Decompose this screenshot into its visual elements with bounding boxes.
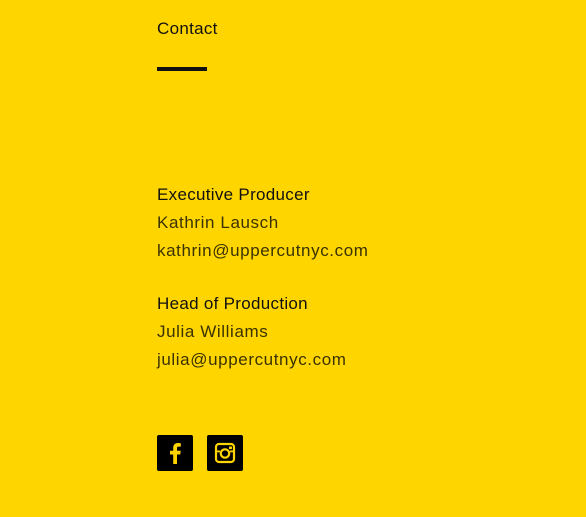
contact-card-executive-producer: Executive Producer Kathrin Lausch kathri… xyxy=(157,181,369,265)
facebook-link[interactable] xyxy=(157,435,193,471)
contact-name: Julia Williams xyxy=(157,322,269,341)
contact-email-link[interactable]: kathrin@uppercutnyc.com xyxy=(157,237,369,265)
instagram-link[interactable] xyxy=(207,435,243,471)
social-links xyxy=(157,435,243,471)
contact-email-link[interactable]: julia@uppercutnyc.com xyxy=(157,346,347,374)
title-underline xyxy=(157,67,207,71)
contact-role: Executive Producer xyxy=(157,185,310,204)
contact-card-head-of-production: Head of Production Julia Williams julia@… xyxy=(157,290,347,374)
contact-role: Head of Production xyxy=(157,294,308,313)
facebook-icon xyxy=(170,443,181,464)
page-title: Contact xyxy=(157,19,218,38)
contact-name: Kathrin Lausch xyxy=(157,213,279,232)
instagram-icon xyxy=(214,442,236,464)
